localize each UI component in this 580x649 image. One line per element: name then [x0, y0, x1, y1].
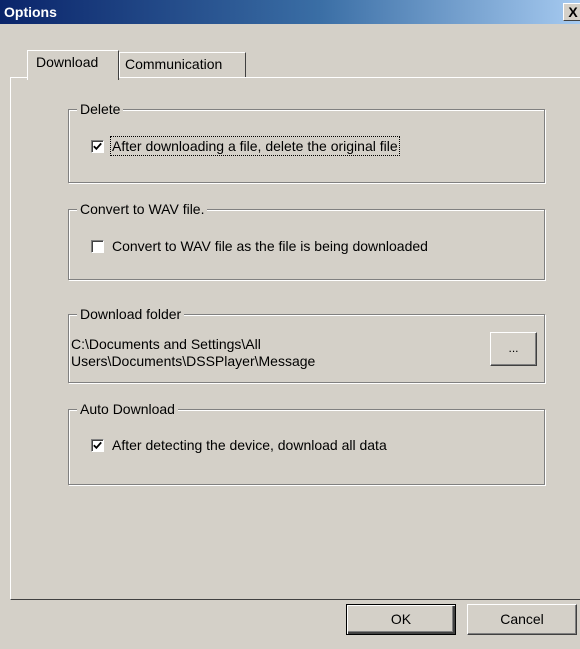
download-folder-group-legend: Download folder	[77, 305, 185, 323]
cancel-button[interactable]: Cancel	[467, 604, 577, 635]
tab-download-label: Download	[36, 54, 99, 70]
checkmark-icon	[93, 142, 102, 150]
auto-download-label[interactable]: After detecting the device, download all…	[112, 437, 387, 453]
delete-original-option[interactable]: After downloading a file, delete the ori…	[91, 136, 400, 156]
checkmark-icon	[93, 441, 102, 449]
auto-download-option[interactable]: After detecting the device, download all…	[91, 437, 387, 453]
auto-download-checkbox[interactable]	[91, 438, 104, 452]
window-title: Options	[4, 4, 57, 20]
download-folder-path-line2: Users\Documents\DSSPlayer\Message	[71, 353, 316, 369]
title-bar: Options X	[0, 0, 580, 24]
options-dialog: Options X Download Communication Delete …	[0, 0, 580, 649]
convert-wav-checkbox[interactable]	[91, 239, 104, 253]
auto-download-group-legend: Auto Download	[77, 400, 178, 418]
delete-group: Delete After downloading a file, delete …	[68, 100, 545, 183]
download-folder-path: C:\Documents and Settings\All Users\Docu…	[71, 336, 371, 370]
convert-wav-group: Convert to WAV file. Convert to WAV file…	[68, 200, 545, 280]
download-folder-group: Download folder C:\Documents and Setting…	[68, 305, 545, 383]
tab-communication-label: Communication	[125, 56, 223, 72]
download-tab-panel: Delete After downloading a file, delete …	[10, 77, 580, 600]
download-folder-path-line1: C:\Documents and Settings\All	[71, 336, 261, 352]
tab-communication[interactable]: Communication	[119, 52, 246, 78]
delete-group-legend: Delete	[77, 100, 124, 118]
delete-original-label[interactable]: After downloading a file, delete the ori…	[110, 136, 400, 156]
tab-download[interactable]: Download	[27, 50, 119, 80]
convert-wav-label[interactable]: Convert to WAV file as the file is being…	[112, 238, 428, 254]
browse-folder-button[interactable]: ...	[490, 332, 537, 366]
close-button[interactable]: X	[563, 3, 580, 21]
convert-wav-group-legend: Convert to WAV file.	[77, 200, 208, 218]
close-icon: X	[568, 4, 578, 20]
ok-button[interactable]: OK	[346, 604, 456, 635]
auto-download-group: Auto Download After detecting the device…	[68, 400, 545, 485]
delete-original-checkbox[interactable]	[91, 139, 104, 153]
convert-wav-option[interactable]: Convert to WAV file as the file is being…	[91, 238, 428, 254]
